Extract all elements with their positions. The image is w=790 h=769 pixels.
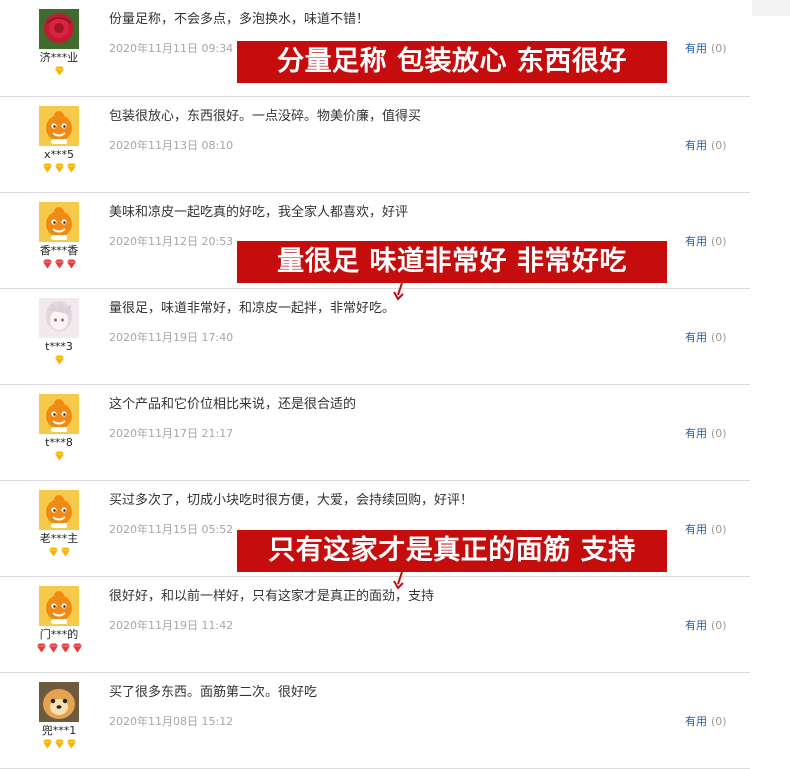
review-text: 包装很放心，东西很好。一点没碎。物美价廉，值得买: [109, 109, 422, 124]
reviewer-info: 香***香: [30, 202, 88, 271]
useful-button[interactable]: 有用 (0): [685, 715, 727, 729]
reviewer-info: 门***的: [30, 586, 88, 655]
review-row: 兜***1 买了很多东西。面筋第二次。很好吃 2020年11月08日 15:12 有用…: [0, 673, 750, 769]
useful-button[interactable]: 有用 (0): [685, 139, 727, 153]
reviewer-info: t***3: [30, 298, 88, 367]
red-diamond-icon: [65, 254, 77, 273]
review-row: t***8 这个产品和它价位相比来说，还是很合适的 2020年11月17日 21:1…: [0, 385, 750, 481]
review-text: 这个产品和它价位相比来说，还是很合适的: [109, 397, 357, 412]
member-level-badges: [30, 66, 88, 78]
review-date: 2020年11月19日 11:42: [109, 619, 234, 632]
review-text: 美味和凉皮一起吃真的好吃，我全家人都喜欢，好评: [109, 205, 409, 220]
reviewer-info: t***8: [30, 394, 88, 463]
review-text: 买了很多东西。面筋第二次。很好吃: [109, 685, 318, 700]
avatar[interactable]: [39, 202, 79, 242]
review-date: 2020年11月17日 21:17: [109, 427, 234, 440]
review-date: 2020年11月11日 09:34: [109, 42, 234, 55]
useful-label[interactable]: 有用: [685, 715, 707, 728]
corner-block: [752, 0, 790, 16]
useful-button[interactable]: 有用 (0): [685, 523, 727, 537]
gold-diamond-icon: [41, 734, 53, 753]
gold-diamond-icon: [59, 542, 71, 561]
highlight-banner: 量很足 味道非常好 非常好吃: [237, 241, 667, 283]
avatar[interactable]: [39, 298, 79, 338]
review-row: x***5 包装很放心，东西很好。一点没碎。物美价廉，值得买 2020年11月13日…: [0, 97, 750, 193]
review-text: 很好好，和以前一样好，只有这家才是真正的面劲，支持: [109, 589, 435, 604]
useful-count: (0): [711, 139, 727, 152]
review-row: 门***的 很好好，和以前一样好，只有这家才是真正的面劲，支持 2020年11月19…: [0, 577, 750, 673]
useful-label[interactable]: 有用: [685, 427, 707, 440]
red-diamond-icon: [53, 254, 65, 273]
member-level-badges: [30, 259, 88, 271]
avatar[interactable]: [39, 106, 79, 146]
reviewer-info: 老***主: [30, 490, 88, 559]
gold-diamond-icon: [53, 158, 65, 177]
useful-count: (0): [711, 523, 727, 536]
red-diamond-icon: [35, 638, 47, 657]
member-level-badges: [30, 739, 88, 751]
useful-button[interactable]: 有用 (0): [685, 235, 727, 249]
gold-diamond-icon: [53, 350, 65, 369]
gold-diamond-icon: [53, 734, 65, 753]
useful-label[interactable]: 有用: [685, 523, 707, 536]
review-date: 2020年11月19日 17:40: [109, 331, 234, 344]
gold-diamond-icon: [53, 61, 65, 80]
review-text: 份量足称，不会多点，多泡换水，味道不错！: [109, 12, 370, 27]
useful-label[interactable]: 有用: [685, 619, 707, 632]
gold-diamond-icon: [65, 734, 77, 753]
pointer-arrow-icon: [392, 282, 406, 301]
avatar[interactable]: [39, 394, 79, 434]
review-date: 2020年11月12日 20:53: [109, 235, 234, 248]
review-text: 买过多次了，切成小块吃时很方便，大爱，会持续回购，好评！: [109, 493, 474, 508]
review-row: t***3 量很足，味道非常好，和凉皮一起拌，非常好吃。 2020年11月19日 1…: [0, 289, 750, 385]
useful-count: (0): [711, 619, 727, 632]
useful-count: (0): [711, 42, 727, 55]
avatar[interactable]: [39, 682, 79, 722]
useful-count: (0): [711, 235, 727, 248]
useful-label[interactable]: 有用: [685, 139, 707, 152]
useful-label[interactable]: 有用: [685, 235, 707, 248]
gold-diamond-icon: [41, 158, 53, 177]
gold-diamond-icon: [47, 542, 59, 561]
useful-count: (0): [711, 427, 727, 440]
useful-button[interactable]: 有用 (0): [685, 331, 727, 345]
member-level-badges: [30, 451, 88, 463]
member-level-badges: [30, 355, 88, 367]
red-diamond-icon: [41, 254, 53, 273]
useful-button[interactable]: 有用 (0): [685, 427, 727, 441]
avatar[interactable]: [39, 9, 79, 49]
useful-count: (0): [711, 331, 727, 344]
useful-label[interactable]: 有用: [685, 331, 707, 344]
useful-count: (0): [711, 715, 727, 728]
member-level-badges: [30, 163, 88, 175]
highlight-banner: 只有这家才是真正的面筋 支持: [237, 530, 667, 572]
gold-diamond-icon: [53, 446, 65, 465]
member-level-badges: [30, 547, 88, 559]
red-diamond-icon: [47, 638, 59, 657]
member-level-badges: [30, 643, 88, 655]
reviewer-info: x***5: [30, 106, 88, 175]
pointer-arrow-icon: [392, 571, 406, 590]
review-date: 2020年11月13日 08:10: [109, 139, 234, 152]
useful-button[interactable]: 有用 (0): [685, 42, 727, 56]
useful-button[interactable]: 有用 (0): [685, 619, 727, 633]
red-diamond-icon: [59, 638, 71, 657]
review-list: 济***业 份量足称，不会多点，多泡换水，味道不错！ 2020年11月11日 09:…: [0, 0, 750, 769]
red-diamond-icon: [71, 638, 83, 657]
avatar[interactable]: [39, 586, 79, 626]
avatar[interactable]: [39, 490, 79, 530]
reviewer-info: 济***业: [30, 9, 88, 78]
review-date: 2020年11月08日 15:12: [109, 715, 234, 728]
gold-diamond-icon: [65, 158, 77, 177]
useful-label[interactable]: 有用: [685, 42, 707, 55]
review-text: 量很足，味道非常好，和凉皮一起拌，非常好吃。: [109, 301, 396, 316]
review-date: 2020年11月15日 05:52: [109, 523, 234, 536]
reviewer-info: 兜***1: [30, 682, 88, 751]
highlight-banner: 分量足称 包装放心 东西很好: [237, 41, 667, 83]
